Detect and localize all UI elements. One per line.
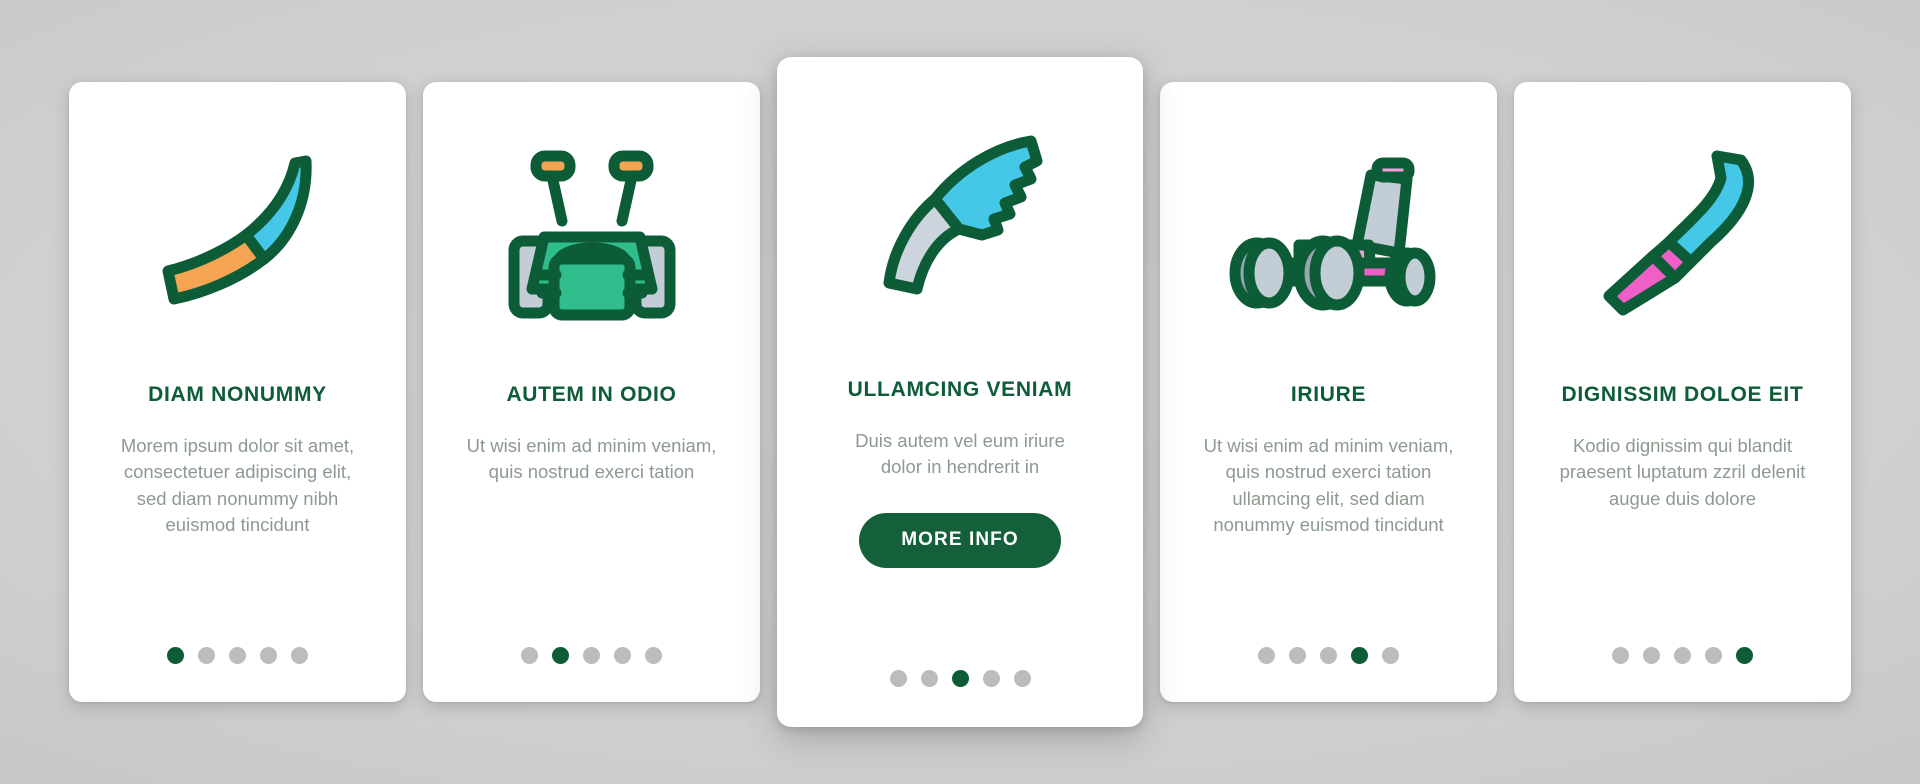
- pagination-dot-2[interactable]: [552, 647, 569, 664]
- more-info-button[interactable]: MORE INFO: [859, 512, 1061, 568]
- pagination-dot-1[interactable]: [1612, 647, 1629, 664]
- lawn-mower-side-icon: [1160, 82, 1497, 382]
- pagination-dot-3[interactable]: [229, 647, 246, 664]
- pagination-dot-2[interactable]: [920, 670, 938, 687]
- onboarding-card-3-featured[interactable]: ULLAMCING VENIAM Duis autem vel eum iriu…: [777, 57, 1143, 727]
- lawn-mower-front-icon: [423, 82, 760, 382]
- onboarding-card-2[interactable]: AUTEM IN ODIO Ut wisi enim ad minim veni…: [423, 82, 760, 702]
- pagination-dot-2[interactable]: [198, 647, 215, 664]
- pagination-dot-4[interactable]: [1351, 647, 1368, 664]
- pagination-dot-1[interactable]: [521, 647, 538, 664]
- card-body: Kodio dignissim qui blandit praesent lup…: [1559, 435, 1806, 509]
- onboarding-card-4[interactable]: IRIURE Ut wisi enim ad minim veniam, qui…: [1160, 82, 1497, 702]
- pagination-dot-1[interactable]: [1258, 647, 1275, 664]
- card-body: Morem ipsum dolor sit amet, consectetuer…: [120, 435, 355, 535]
- card-title: IRIURE: [1290, 383, 1367, 406]
- pagination-dot-5[interactable]: [1736, 647, 1753, 664]
- pagination-dot-2[interactable]: [1643, 647, 1660, 664]
- pagination-dot-4[interactable]: [614, 647, 631, 664]
- hand-scythe-icon: [1514, 82, 1851, 382]
- pagination-dots: [423, 647, 760, 664]
- card-title: DIGNISSIM DOLOE EIT: [1561, 383, 1804, 406]
- onboarding-screens-illustration: DIAM NONUMMY Morem ipsum dolor sit amet,…: [0, 0, 1920, 784]
- pagination-dot-4[interactable]: [982, 670, 1000, 687]
- pagination-dot-3[interactable]: [951, 670, 969, 687]
- pagination-dot-4[interactable]: [1705, 647, 1722, 664]
- card-title: DIAM NONUMMY: [148, 383, 327, 406]
- pagination-dot-1[interactable]: [167, 647, 184, 664]
- card-deck: DIAM NONUMMY Morem ipsum dolor sit amet,…: [0, 0, 1920, 784]
- pagination-dots: [777, 670, 1143, 687]
- pagination-dot-4[interactable]: [260, 647, 277, 664]
- pagination-dots: [1514, 647, 1851, 664]
- card-body: Ut wisi enim ad minim veniam, quis nostr…: [466, 435, 717, 483]
- onboarding-card-5[interactable]: DIGNISSIM DOLOE EIT Kodio dignissim qui …: [1514, 82, 1851, 702]
- card-title: AUTEM IN ODIO: [506, 383, 677, 406]
- pruning-saw-icon: [777, 57, 1143, 377]
- pagination-dot-3[interactable]: [583, 647, 600, 664]
- onboarding-card-1[interactable]: DIAM NONUMMY Morem ipsum dolor sit amet,…: [69, 82, 406, 702]
- pagination-dot-3[interactable]: [1320, 647, 1337, 664]
- pagination-dot-3[interactable]: [1674, 647, 1691, 664]
- scythe-blade-icon: [69, 82, 406, 382]
- pagination-dots: [1160, 647, 1497, 664]
- pagination-dot-1[interactable]: [889, 670, 907, 687]
- pagination-dot-5[interactable]: [291, 647, 308, 664]
- pagination-dot-5[interactable]: [1382, 647, 1399, 664]
- pagination-dot-2[interactable]: [1289, 647, 1306, 664]
- pagination-dot-5[interactable]: [1013, 670, 1031, 687]
- pagination-dots: [69, 647, 406, 664]
- card-body: Ut wisi enim ad minim veniam, quis nostr…: [1203, 435, 1454, 535]
- pagination-dot-5[interactable]: [645, 647, 662, 664]
- card-title: ULLAMCING VENIAM: [847, 378, 1073, 401]
- card-body: Duis autem vel eum iriure dolor in hendr…: [855, 430, 1065, 478]
